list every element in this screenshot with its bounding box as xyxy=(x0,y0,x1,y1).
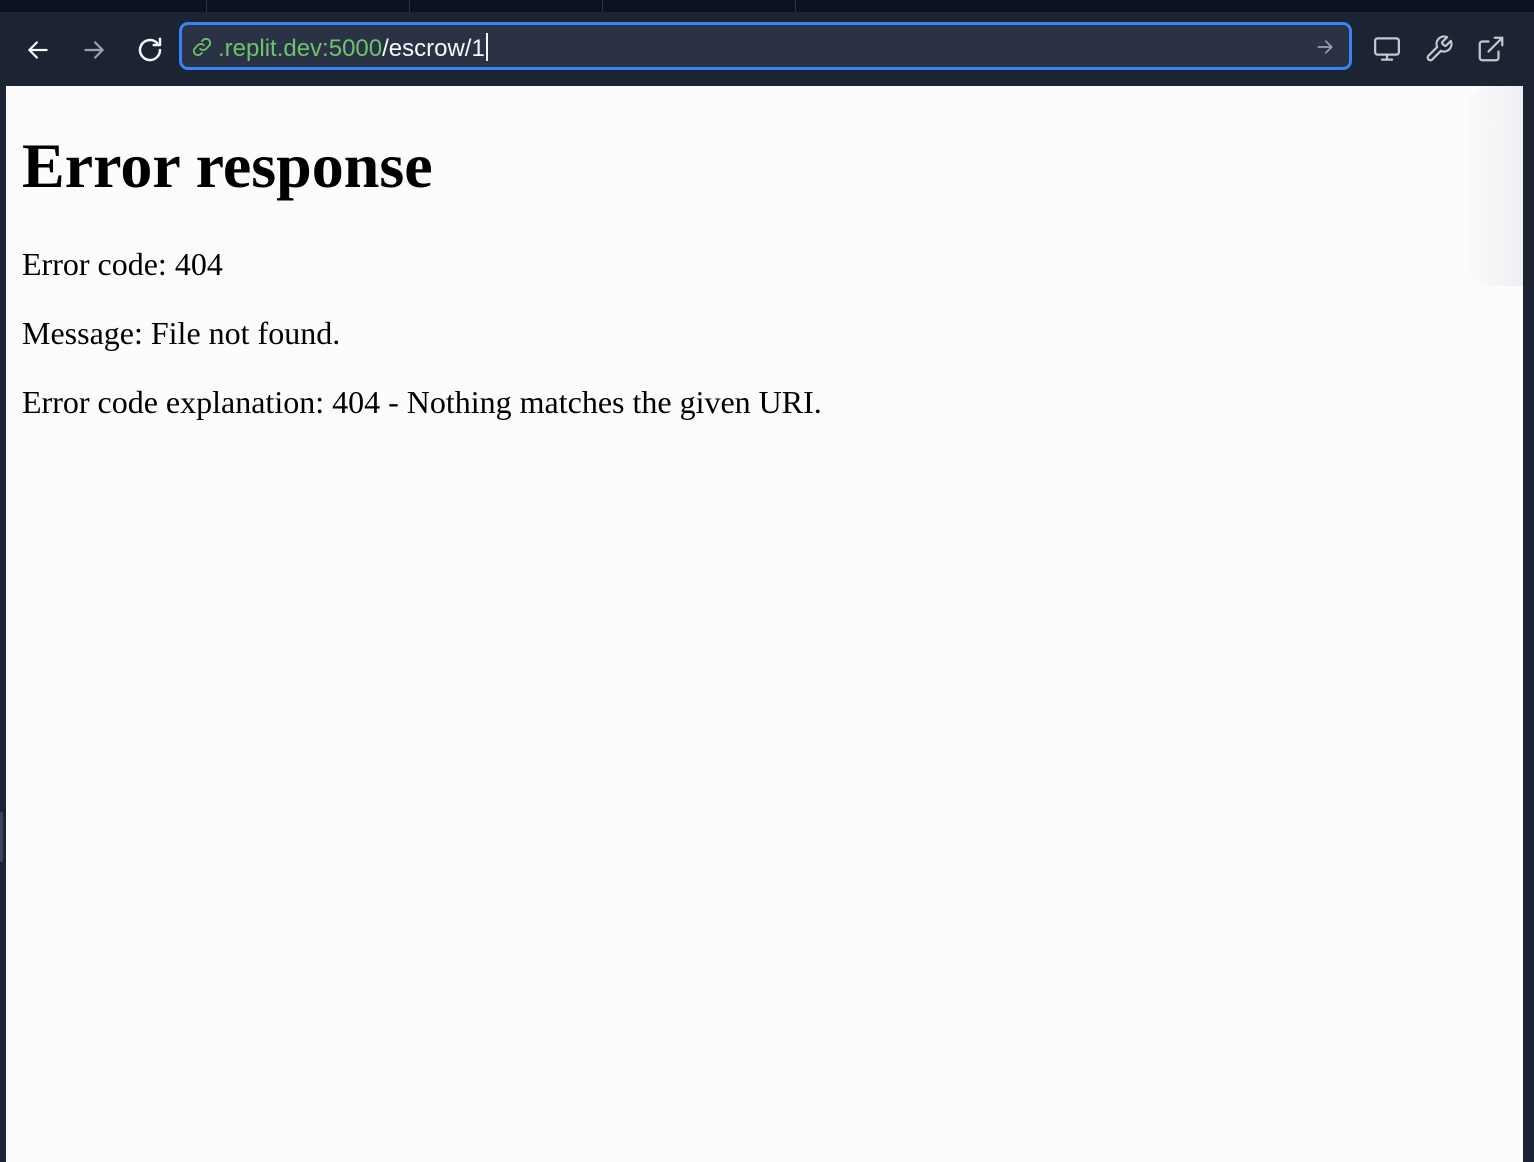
arrow-left-icon xyxy=(28,41,48,59)
devices-button[interactable] xyxy=(1370,32,1404,66)
url-host: .replit.dev:5000 xyxy=(218,35,383,62)
tab-strip xyxy=(0,0,1534,12)
text-caret xyxy=(485,33,488,61)
devtools-button[interactable] xyxy=(1422,32,1456,66)
browser-toolbar: .replit.dev:5000/escrow/1 xyxy=(0,12,1534,86)
url-input[interactable]: .replit.dev:5000/escrow/1 xyxy=(179,22,1352,70)
open-in-new-tab-button[interactable] xyxy=(1474,32,1508,66)
back-button[interactable] xyxy=(20,32,56,68)
tab-divider xyxy=(602,0,603,12)
page-title: Error response xyxy=(22,130,433,201)
resize-handle[interactable] xyxy=(0,812,3,862)
reload-icon xyxy=(138,37,162,62)
arrow-right-icon xyxy=(84,41,104,59)
error-explanation-text: Error code explanation: 404 - Nothing ma… xyxy=(22,384,822,420)
url-path: /escrow/1 xyxy=(382,35,485,62)
error-code-text: Error code: 404 xyxy=(22,246,223,282)
forward-button[interactable] xyxy=(76,32,112,68)
monitor-icon xyxy=(1374,37,1400,61)
external-link-icon xyxy=(1478,36,1504,62)
pane-edge-right xyxy=(1523,86,1534,1162)
tab-divider xyxy=(409,0,410,12)
page-viewport: Error response Error code: 404 Message: … xyxy=(6,86,1523,1162)
wrench-icon xyxy=(1426,35,1453,62)
reload-button[interactable] xyxy=(132,32,168,68)
tab-divider xyxy=(795,0,796,12)
url-text[interactable]: .replit.dev:5000/escrow/1 xyxy=(218,33,488,63)
webview-pane: .replit.dev:5000/escrow/1 Error response… xyxy=(0,0,1534,1162)
tab-divider xyxy=(206,0,207,12)
error-message-text: Message: File not found. xyxy=(22,315,341,351)
scroll-shade xyxy=(1463,86,1523,286)
go-arrow-icon[interactable] xyxy=(1315,37,1335,57)
link-icon xyxy=(192,37,212,57)
